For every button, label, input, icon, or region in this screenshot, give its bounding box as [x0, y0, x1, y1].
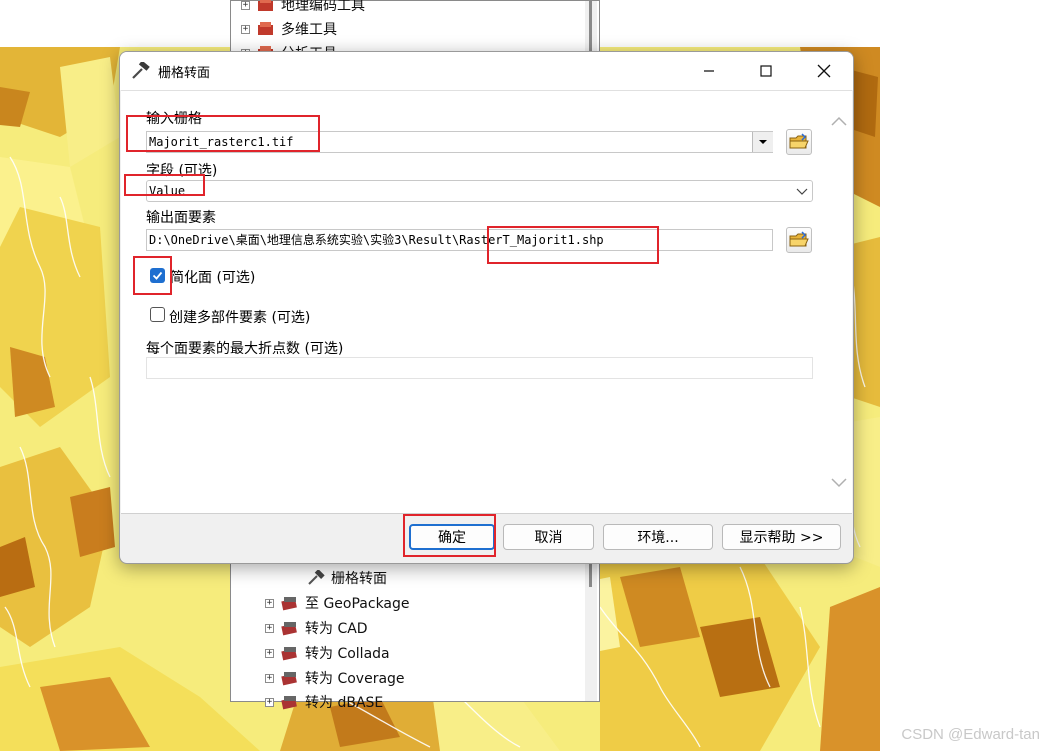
- annotation-field: [124, 174, 205, 196]
- toolset-icon: [281, 696, 297, 710]
- toolbox-tree-bottom: 栅格转面 + 至 GeoPackage + 转为 CAD + 转为 Collad…: [230, 550, 600, 711]
- output-features-field[interactable]: D:\OneDrive\桌面\地理信息系统实验\实验3\Result\Raste…: [146, 229, 773, 251]
- expand-icon[interactable]: +: [265, 598, 274, 608]
- scroll-down-icon[interactable]: [831, 478, 847, 488]
- environments-button[interactable]: 环境...: [603, 524, 713, 550]
- tree-item-label: 转为 CAD: [305, 621, 368, 637]
- tree-item[interactable]: + 多维工具: [241, 18, 337, 40]
- tree-item-label: 转为 dBASE: [305, 695, 384, 711]
- parameters-panel: 输入栅格 Majorit_rasterc1.tif 字段 (可选) Value …: [121, 90, 852, 514]
- tree-scrollbar[interactable]: [585, 551, 597, 701]
- watermark: CSDN @Edward-tan: [901, 726, 1040, 743]
- tree-item-label: 多维工具: [281, 22, 337, 38]
- toolbox-icon: [258, 22, 273, 35]
- folder-open-icon: [789, 133, 809, 149]
- dialog-title: 栅格转面: [158, 65, 211, 81]
- input-raster-dropdown[interactable]: [752, 132, 773, 152]
- multipart-checkbox[interactable]: [150, 307, 165, 322]
- expand-icon[interactable]: +: [265, 648, 274, 658]
- tree-item[interactable]: + 至 GeoPackage: [265, 592, 410, 614]
- browse-input-button[interactable]: [786, 129, 812, 155]
- toolset-icon: [281, 597, 297, 611]
- annotation-simplify: [133, 256, 172, 295]
- tree-item-label: 栅格转面: [331, 571, 387, 587]
- max-vertices-field[interactable]: [146, 357, 813, 379]
- tree-item-label: 至 GeoPackage: [305, 596, 410, 612]
- scroll-up-icon[interactable]: [831, 116, 847, 126]
- hammer-icon: [132, 62, 150, 79]
- field-select[interactable]: Value: [146, 180, 813, 202]
- browse-output-button[interactable]: [786, 227, 812, 253]
- tree-item-label: 地理编码工具: [281, 0, 365, 14]
- show-help-button-label: 显示帮助 >>: [739, 530, 824, 546]
- annotation-output-name: [487, 226, 659, 264]
- tree-item[interactable]: + 转为 Collada: [265, 642, 390, 664]
- scroll-thumb[interactable]: [589, 1, 592, 51]
- environments-button-label: 环境...: [637, 530, 679, 546]
- tree-item[interactable]: + 转为 dBASE: [265, 691, 383, 713]
- title-bar[interactable]: 栅格转面: [120, 52, 853, 90]
- cancel-button-label: 取消: [534, 530, 563, 546]
- dropdown-arrow-icon: [759, 140, 767, 144]
- maximize-button[interactable]: [737, 52, 795, 90]
- close-button[interactable]: [795, 52, 853, 90]
- folder-open-icon: [789, 231, 809, 247]
- minimize-icon: [704, 70, 714, 72]
- show-help-button[interactable]: 显示帮助 >>: [722, 524, 841, 550]
- hammer-icon: [308, 570, 325, 585]
- toolset-icon: [281, 672, 297, 686]
- close-icon: [817, 64, 831, 78]
- tree-item[interactable]: + 转为 Coverage: [265, 667, 405, 689]
- chevron-down-icon: [796, 188, 808, 195]
- expand-icon[interactable]: +: [241, 24, 250, 34]
- expand-icon[interactable]: +: [265, 697, 274, 707]
- toolset-icon: [281, 622, 297, 636]
- maximize-icon: [760, 65, 772, 77]
- cancel-button[interactable]: 取消: [503, 524, 594, 550]
- tree-item-selected[interactable]: 栅格转面: [307, 567, 387, 589]
- tree-item[interactable]: + 转为 CAD: [265, 617, 368, 639]
- tree-item-label: 转为 Collada: [305, 646, 390, 662]
- expand-icon[interactable]: +: [265, 623, 274, 633]
- toolbox-icon: [258, 0, 273, 11]
- simplify-label[interactable]: 简化面 (可选): [170, 267, 255, 287]
- toolset-icon: [281, 647, 297, 661]
- expand-icon[interactable]: +: [265, 673, 274, 683]
- tree-item[interactable]: + 地理编码工具: [241, 0, 365, 16]
- output-features-label: 输出面要素: [146, 210, 216, 226]
- minimize-button[interactable]: [680, 52, 738, 90]
- tree-item-label: 转为 Coverage: [305, 671, 405, 687]
- multipart-label[interactable]: 创建多部件要素 (可选): [169, 307, 310, 327]
- annotation-ok-button: [403, 514, 496, 557]
- max-vertices-label: 每个面要素的最大折点数 (可选): [146, 341, 344, 357]
- expand-icon[interactable]: +: [241, 0, 250, 10]
- annotation-input-raster: [126, 115, 320, 152]
